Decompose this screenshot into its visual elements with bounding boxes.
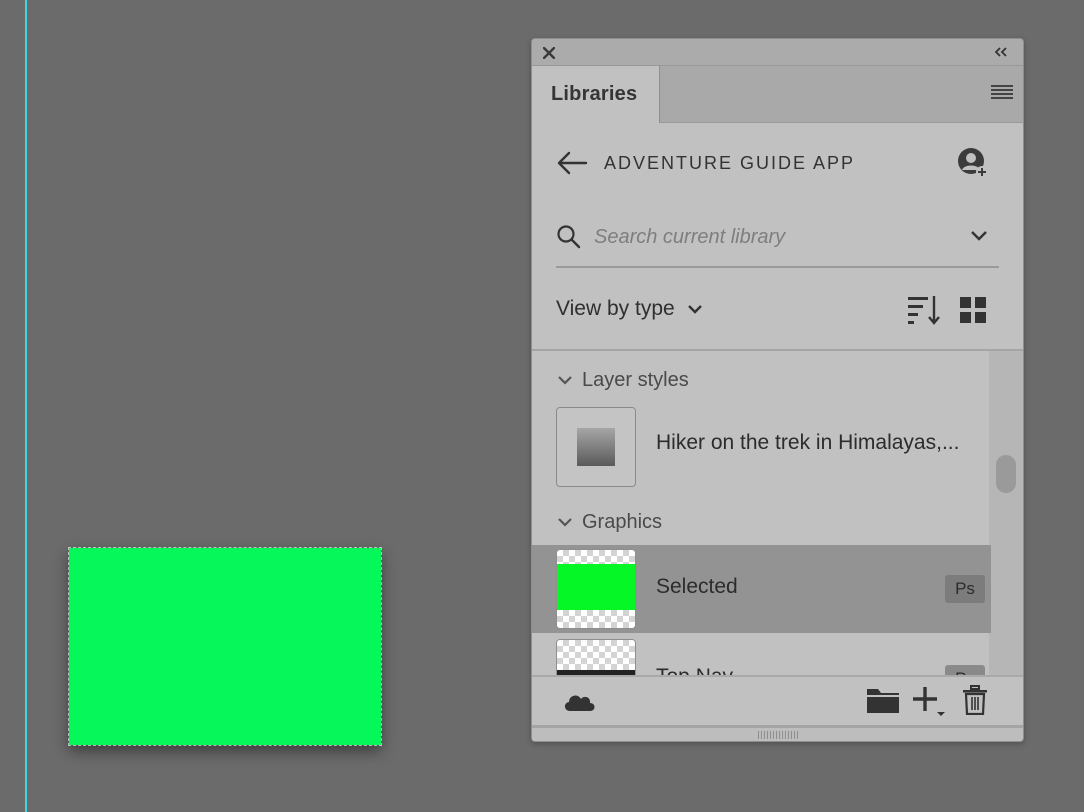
close-icon[interactable] <box>541 45 557 61</box>
scrollbar-thumb[interactable] <box>996 455 1016 493</box>
libraries-panel: Libraries ADVENTURE GUIDE APP Search cur… <box>531 38 1024 742</box>
add-icon[interactable] <box>912 685 946 717</box>
search-row <box>556 211 999 268</box>
library-title: ADVENTURE GUIDE APP <box>604 153 856 173</box>
panel-footer <box>532 675 1023 725</box>
chevron-down-icon[interactable] <box>969 228 989 244</box>
panel-resize-bar[interactable] <box>532 725 1023 741</box>
library-item-graphic-top-nav[interactable]: Top Nav Ps <box>532 635 991 675</box>
add-user-icon[interactable] <box>956 146 990 180</box>
cloud-icon[interactable] <box>562 689 598 715</box>
grid-view-icon[interactable] <box>960 297 986 323</box>
tab-libraries[interactable]: Libraries <box>532 66 660 123</box>
library-header: ADVENTURE GUIDE APP <box>532 123 1023 205</box>
green-graphic-preview <box>557 564 635 610</box>
library-items-list[interactable]: Layer styles Hiker on the trek in Himala… <box>532 349 1023 675</box>
chevron-down-icon <box>558 518 572 527</box>
arrow-left-icon[interactable] <box>556 150 588 176</box>
section-title: Graphics <box>582 510 663 533</box>
canvas-guide-line <box>25 0 27 812</box>
photoshop-badge: Ps <box>945 575 985 603</box>
search-icon <box>556 224 582 250</box>
folder-icon[interactable] <box>866 686 900 714</box>
chevron-down-icon <box>687 305 702 314</box>
photoshop-badge: Ps <box>945 665 985 675</box>
section-header-graphics[interactable]: Graphics <box>556 508 662 536</box>
view-by-type-label: View by type <box>556 297 675 320</box>
item-label: Hiker on the trek in Himalayas,... <box>656 431 960 454</box>
hamburger-menu-icon[interactable] <box>991 84 1013 102</box>
double-chevron-left-icon[interactable] <box>991 44 1011 60</box>
item-thumbnail <box>556 407 636 487</box>
layer-style-preview <box>577 428 615 466</box>
view-by-type-dropdown[interactable]: View by type <box>556 297 705 321</box>
chevron-down-icon <box>558 376 572 385</box>
item-label: Top Nav <box>656 665 976 675</box>
resize-grip-icon[interactable] <box>758 731 798 739</box>
panel-titlebar[interactable] <box>532 39 1023 66</box>
item-label: Selected <box>656 575 738 598</box>
scrollbar-track[interactable] <box>989 351 1023 675</box>
view-options-row: View by type <box>556 289 999 331</box>
section-header-layer-styles[interactable]: Layer styles <box>556 366 689 394</box>
item-thumbnail <box>556 549 636 629</box>
trash-icon[interactable] <box>962 685 988 716</box>
item-thumbnail <box>556 639 636 675</box>
section-title: Layer styles <box>582 368 689 391</box>
library-item-layer-style[interactable]: Hiker on the trek in Himalayas,... <box>532 401 991 489</box>
canvas-green-rectangle[interactable] <box>68 547 382 746</box>
library-item-graphic-selected[interactable]: Selected Ps <box>532 545 991 633</box>
panel-tab-row: Libraries <box>532 66 1023 123</box>
sort-icon[interactable] <box>908 295 940 325</box>
search-input[interactable] <box>594 223 944 251</box>
